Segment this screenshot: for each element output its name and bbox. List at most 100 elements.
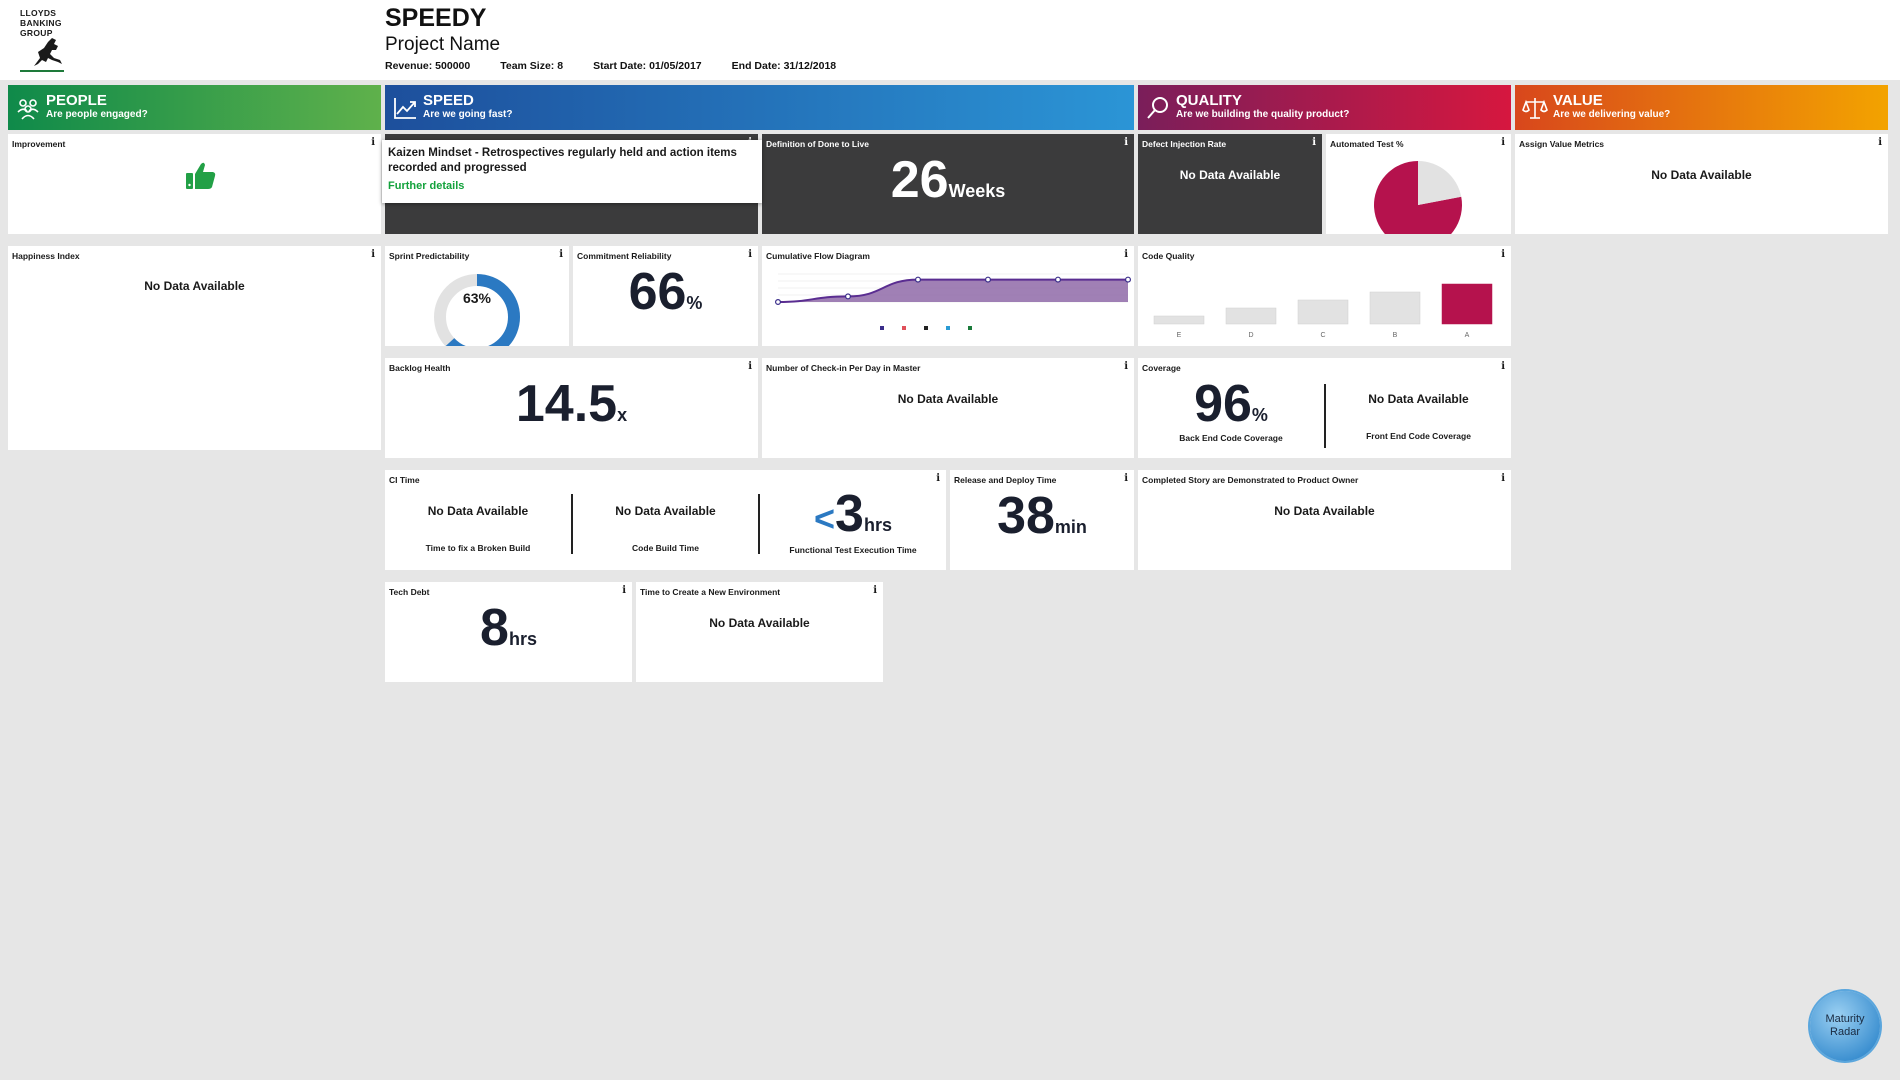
horse-logo-icon (34, 38, 62, 66)
tooltip-text: Kaizen Mindset - Retrospectives regularl… (388, 147, 737, 174)
no-data-text: No Data Available (144, 279, 245, 293)
card-title: Time to Create a New Environment (640, 587, 781, 597)
band-title: QUALITY (1176, 92, 1242, 109)
card-assign-value[interactable]: Assign Value Metrics i No Data Available (1515, 134, 1888, 234)
project-name: Project Name (385, 34, 501, 55)
info-icon[interactable]: i (1501, 137, 1505, 148)
quality-bar (1153, 315, 1205, 325)
no-data-text: No Data Available (1179, 168, 1281, 182)
metric-number: 66 (628, 263, 687, 321)
info-icon[interactable]: i (1501, 473, 1505, 484)
metric-unit: % (686, 293, 703, 313)
commitment-value: 66% (573, 262, 758, 322)
card-definition-of-done[interactable]: Definition of Done to Live i 26Weeks (762, 134, 1134, 234)
info-icon[interactable]: i (1501, 361, 1505, 372)
cfd-point (1125, 276, 1132, 283)
card-title: Happiness Index (12, 251, 80, 261)
card-checkin[interactable]: Number of Check-in Per Day in Master i N… (762, 358, 1134, 458)
card-title: Improvement (12, 139, 66, 149)
info-icon[interactable]: i (1312, 137, 1316, 148)
backend-coverage-label: Back End Code Coverage (1179, 433, 1283, 443)
card-completed-story[interactable]: Completed Story are Demonstrated to Prod… (1138, 470, 1511, 570)
end-date: End Date: 31/12/2018 (731, 60, 837, 72)
code-quality-chart: EDCBA (1153, 283, 1493, 339)
info-icon[interactable]: i (1878, 137, 1882, 148)
further-details-link[interactable]: Further details (388, 180, 756, 192)
card-code-quality[interactable]: Code Quality i E D C B A (1138, 246, 1511, 346)
metric-number: 38 (997, 487, 1055, 545)
card-title: Number of Check-in Per Day in Master (766, 363, 921, 373)
metric-number: 14.5 (515, 375, 618, 433)
legend-swatch (946, 326, 950, 330)
card-ci-time[interactable]: CI Time i No Data Available Time to fix … (385, 470, 946, 570)
metric-unit: hrs (508, 629, 537, 649)
line-chart-icon (394, 98, 416, 119)
card-title: Code Quality (1142, 251, 1195, 261)
card-cumulative-flow[interactable]: Cumulative Flow Diagram i (762, 246, 1134, 346)
band-quality[interactable]: QUALITY Are we building the quality prod… (1138, 85, 1511, 130)
metric-number: 26 (890, 151, 949, 209)
no-data-text: No Data Available (709, 616, 810, 630)
band-subtitle: Are we going fast? (423, 109, 513, 120)
info-icon[interactable]: i (559, 249, 563, 260)
lloyds-logo: LLOYDS BANKING GROUP (18, 6, 98, 74)
info-icon[interactable]: i (1124, 137, 1128, 148)
logo-text: LLOYDS BANKING GROUP (20, 8, 62, 38)
card-title: Sprint Predictability (389, 251, 470, 261)
info-icon[interactable]: i (371, 249, 375, 260)
quality-bar (1225, 307, 1277, 325)
quality-bar (1297, 299, 1349, 325)
card-title: Release and Deploy Time (954, 475, 1057, 485)
quality-bar (1441, 283, 1493, 325)
logo-underline (20, 70, 64, 72)
card-improvement[interactable]: Improvement i (8, 134, 381, 234)
no-data-text: No Data Available (427, 504, 529, 518)
maturity-radar-button[interactable]: Maturity Radar (1810, 991, 1880, 1061)
card-tech-debt[interactable]: Tech Debt i 8hrs (385, 582, 632, 682)
metric-unit: Weeks (948, 181, 1006, 201)
band-value[interactable]: VALUE Are we delivering value? (1515, 85, 1888, 130)
dod-value: 26Weeks (762, 150, 1134, 210)
magnifier-icon (1147, 97, 1168, 119)
card-happiness-index[interactable]: Happiness Index i No Data Available (8, 246, 381, 450)
cfd-point (844, 293, 851, 300)
band-speed[interactable]: SPEED Are we going fast? (385, 85, 1134, 130)
page-title: SPEEDY (385, 4, 487, 32)
card-coverage[interactable]: Coverage i 96% Back End Code Coverage No… (1138, 358, 1511, 458)
card-title: Cumulative Flow Diagram (766, 251, 870, 261)
metric-number: 96 (1194, 375, 1252, 433)
card-backlog-health[interactable]: Backlog Health i 14.5x (385, 358, 758, 458)
info-icon[interactable]: i (1124, 361, 1128, 372)
card-new-environment[interactable]: Time to Create a New Environment i No Da… (636, 582, 883, 682)
band-people[interactable]: PEOPLE Are people engaged? (8, 85, 381, 130)
metric-number: 8 (480, 599, 509, 657)
legend-swatch (924, 326, 928, 330)
card-automated-test[interactable]: Automated Test % i (1326, 134, 1511, 234)
info-icon[interactable]: i (748, 249, 752, 260)
metric-unit: hrs (863, 515, 892, 535)
quality-tick-label: B (1393, 332, 1398, 339)
card-defect-injection[interactable]: Defect Injection Rate i No Data Availabl… (1138, 134, 1322, 234)
card-title: Definition of Done to Live (766, 139, 869, 149)
info-icon[interactable]: i (1124, 249, 1128, 260)
cumulative-flow-chart (775, 273, 1132, 330)
radar-label-line2: Radar (1830, 1026, 1860, 1038)
info-icon[interactable]: i (1124, 473, 1128, 484)
info-icon[interactable]: i (936, 473, 940, 484)
info-icon[interactable]: i (1501, 249, 1505, 260)
info-icon[interactable]: i (371, 137, 375, 148)
info-icon[interactable]: i (622, 585, 626, 596)
card-sprint-predictability[interactable]: Sprint Predictability i 63% (385, 246, 569, 346)
legend-swatch (880, 326, 884, 330)
tech-debt-value: 8hrs (385, 598, 632, 658)
band-title: VALUE (1553, 92, 1603, 109)
card-title: Defect Injection Rate (1142, 139, 1227, 149)
band-subtitle: Are we delivering value? (1553, 109, 1671, 120)
quality-tick-label: D (1248, 332, 1253, 339)
info-icon[interactable]: i (873, 585, 877, 596)
info-icon[interactable]: i (748, 361, 752, 372)
backend-coverage-value: 96% (1138, 374, 1324, 434)
card-commitment-reliability[interactable]: Commitment Reliability i 66% (573, 246, 758, 346)
card-release-deploy[interactable]: Release and Deploy Time i 38min (950, 470, 1134, 570)
frontend-coverage-label: Front End Code Coverage (1366, 431, 1471, 441)
